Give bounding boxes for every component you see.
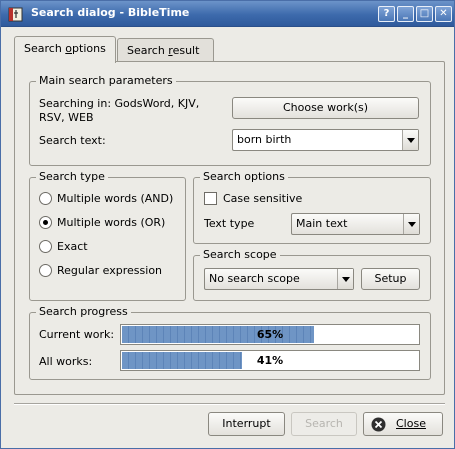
close-circle-icon <box>371 417 386 432</box>
search-scope-group: Search scope No search scope Setup <box>193 248 431 301</box>
text-type-label: Text type <box>204 217 255 230</box>
radio-label-regex[interactable]: Regular expression <box>57 264 162 278</box>
current-work-label: Current work: <box>39 328 115 341</box>
case-sensitive-label[interactable]: Case sensitive <box>223 192 302 206</box>
group-title: Search options <box>200 170 288 184</box>
help-title-button[interactable]: ? <box>378 6 395 22</box>
search-progress-group: Search progress Current work: 65% All wo… <box>29 305 431 380</box>
chevron-down-icon[interactable] <box>337 269 353 289</box>
chevron-down-icon[interactable] <box>403 214 419 234</box>
tab-search-result[interactable]: Search result <box>117 38 214 62</box>
close-button-label: Close <box>396 417 426 430</box>
current-work-progress: 65% <box>120 324 420 345</box>
radio-label-or[interactable]: Multiple words (OR) <box>57 216 165 230</box>
searching-in-label-cont: RSV, WEB <box>39 111 94 124</box>
searching-in-label: Searching in: GodsWord, KJV, <box>39 97 200 110</box>
search-button[interactable]: Search <box>291 412 357 436</box>
all-works-label: All works: <box>39 355 93 368</box>
search-options-group: Search options Case sensitive Text type … <box>193 170 431 244</box>
close-window-button[interactable]: ✕ <box>435 6 452 22</box>
window-title: Search dialog - BibleTime <box>31 6 190 19</box>
chevron-down-icon[interactable] <box>402 130 418 150</box>
minimize-button[interactable]: _ <box>397 6 414 22</box>
tab-label-prefix: Search <box>24 42 66 55</box>
main-search-parameters-group: Main search parameters Searching in: God… <box>29 74 431 166</box>
text-type-select[interactable]: Main text <box>291 213 420 235</box>
progress-text: 65% <box>256 328 284 341</box>
group-title: Search type <box>36 170 108 184</box>
group-title: Search scope <box>200 248 280 262</box>
group-title: Main search parameters <box>36 74 176 88</box>
case-sensitive-checkbox[interactable] <box>204 192 217 205</box>
close-button[interactable]: Close <box>363 412 443 436</box>
search-type-group: Search type Multiple words (AND) Multipl… <box>29 170 186 301</box>
radio-regex[interactable] <box>39 264 52 277</box>
group-title: Search progress <box>36 305 131 319</box>
search-options-panel: Main search parameters Searching in: God… <box>14 61 445 395</box>
interrupt-button[interactable]: Interrupt <box>208 412 285 436</box>
progress-text: 41% <box>256 354 284 367</box>
tab-label-suffix: ptions <box>72 42 106 55</box>
search-text-value[interactable]: born birth <box>237 133 291 146</box>
bibletime-app-icon <box>8 7 23 22</box>
radio-label-and[interactable]: Multiple words (AND) <box>57 192 173 206</box>
setup-button[interactable]: Setup <box>361 268 420 290</box>
search-text-combo[interactable]: born birth <box>232 129 419 151</box>
tab-label-suffix: esult <box>172 44 200 57</box>
footer-separator <box>14 403 445 405</box>
search-text-label: Search text: <box>39 134 106 147</box>
search-scope-select[interactable]: No search scope <box>204 268 354 290</box>
radio-label-exact[interactable]: Exact <box>57 240 88 254</box>
choose-works-button[interactable]: Choose work(s) <box>232 97 419 119</box>
tab-label-prefix: Search <box>127 44 169 57</box>
title-bar[interactable]: Search dialog - BibleTime ? _ □ ✕ <box>1 1 454 27</box>
maximize-button[interactable]: □ <box>416 6 433 22</box>
radio-and[interactable] <box>39 192 52 205</box>
text-type-value: Main text <box>296 217 348 230</box>
tab-search-options[interactable]: Search options <box>14 36 116 63</box>
radio-exact[interactable] <box>39 240 52 253</box>
all-works-progress: 41% <box>120 350 420 371</box>
search-scope-value: No search scope <box>209 272 300 285</box>
dialog-window: Search dialog - BibleTime ? _ □ ✕ Search… <box>0 0 455 449</box>
radio-or[interactable] <box>39 216 52 229</box>
